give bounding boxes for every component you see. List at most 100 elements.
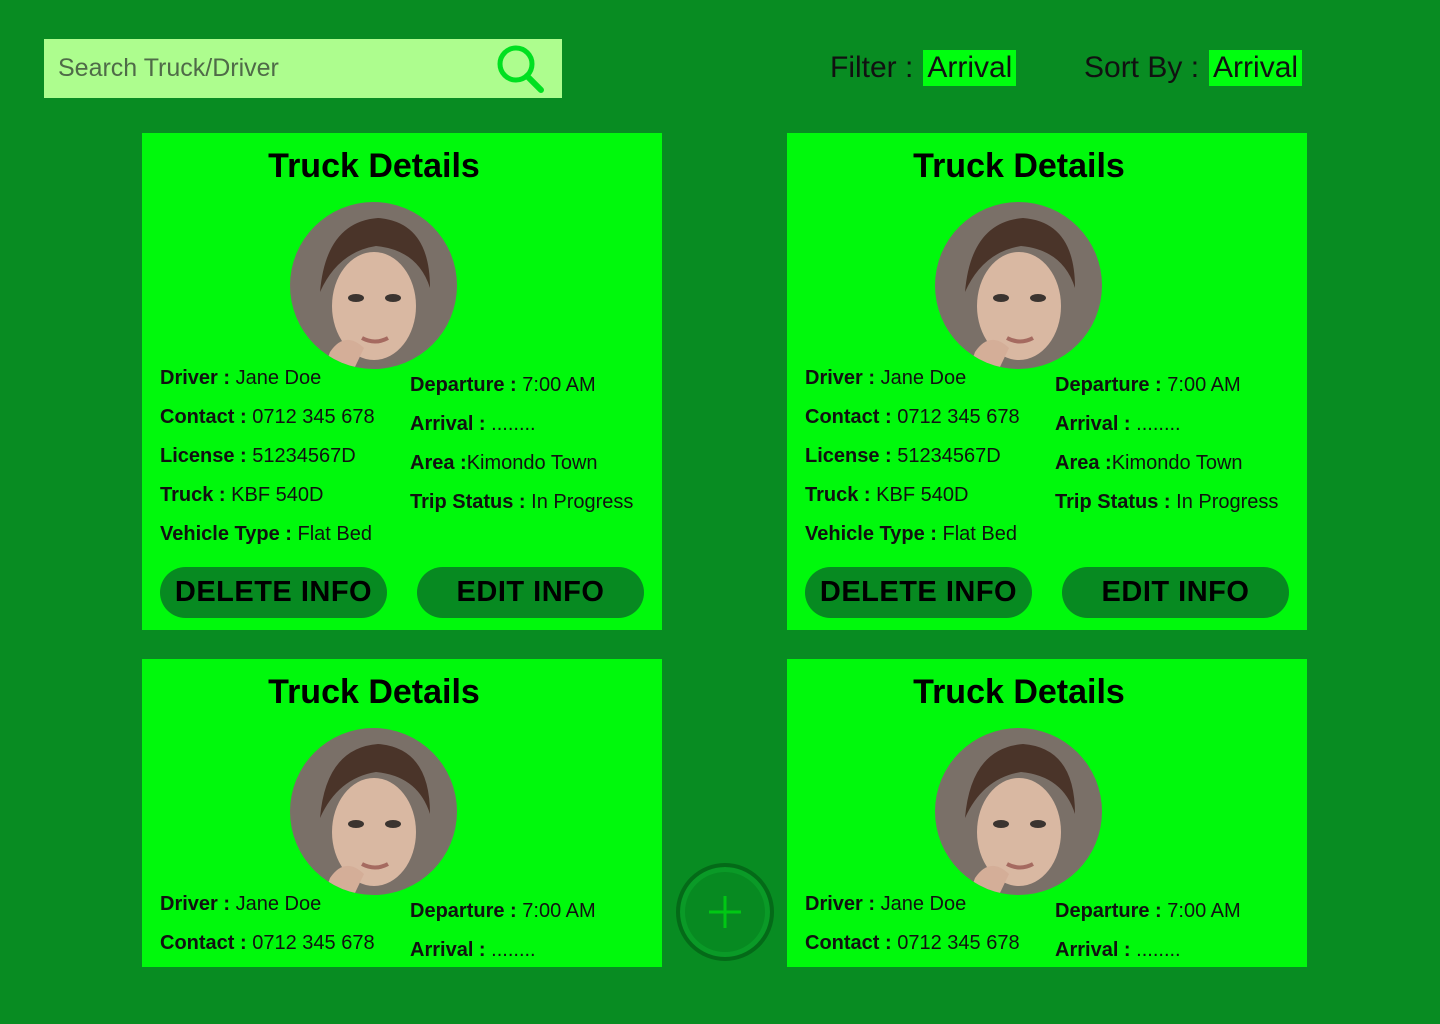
departure-value: 7:00 AM: [522, 374, 596, 396]
sort-label: Sort By :: [1084, 51, 1200, 84]
contact-label: Contact: [805, 406, 880, 428]
departure-value: 7:00 AM: [1167, 374, 1241, 396]
sort-control: Sort By : Arrival: [1084, 48, 1303, 88]
delete-info-button[interactable]: DELETE INFO: [805, 567, 1032, 618]
truck-label: Truck :: [160, 484, 226, 506]
arrival-label: Arrival :: [1055, 939, 1131, 961]
departure-field: Departure : 7:00 AM: [1055, 900, 1241, 923]
contact-value: 0712 345 678: [252, 932, 375, 954]
plus-icon: [709, 896, 741, 928]
trip-status-value: In Progress: [531, 491, 634, 513]
card-title: Truck Details: [268, 673, 480, 711]
driver-label: Driver :: [160, 367, 231, 389]
driver-label: Driver :: [160, 893, 231, 915]
area-label: Area: [1055, 452, 1100, 474]
filter-label: Filter :: [830, 51, 914, 84]
departure-field: Departure : 7:00 AM: [410, 900, 596, 923]
driver-value: Jane Doe: [880, 893, 967, 915]
area-field: Area :Kimondo Town: [1055, 452, 1243, 474]
driver-field: Driver : Jane Doe: [805, 367, 966, 390]
arrival-value: ........: [1136, 939, 1181, 961]
arrival-field: Arrival : ........: [410, 939, 536, 962]
truck-value: KBF 540D: [231, 484, 324, 506]
contact-value: 0712 345 678: [897, 406, 1020, 428]
vehicle-type-value: Flat Bed: [297, 523, 372, 545]
truck-label: Truck :: [805, 484, 871, 506]
arrival-value: ........: [491, 413, 536, 435]
driver-value: Jane Doe: [880, 367, 967, 389]
arrival-label: Arrival :: [410, 939, 486, 961]
trip-status-label: Trip Status: [1055, 491, 1159, 513]
vehicle-type-value: Flat Bed: [942, 523, 1017, 545]
truck-card: Truck Details Driver : Jane Doe Contact …: [142, 133, 662, 630]
driver-label: Driver :: [805, 893, 876, 915]
trip-status-label: Trip Status: [410, 491, 514, 513]
filter-control: Filter : Arrival: [830, 48, 1017, 88]
arrival-label: Arrival :: [1055, 413, 1131, 435]
license-label: License :: [805, 445, 892, 467]
license-field: License : 51234567D: [805, 445, 1001, 468]
driver-value: Jane Doe: [235, 893, 322, 915]
departure-label: Departure :: [1055, 900, 1162, 922]
contact-value: 0712 345 678: [897, 932, 1020, 954]
card-title: Truck Details: [268, 147, 480, 185]
departure-label: Departure :: [410, 374, 517, 396]
trip-status-field: Trip Status : In Progress: [410, 491, 634, 513]
search-input[interactable]: [44, 39, 484, 98]
sort-dropdown[interactable]: Arrival: [1209, 50, 1303, 86]
contact-label: Contact: [160, 406, 235, 428]
contact-field: Contact : 0712 345 678: [160, 406, 375, 428]
arrival-field: Arrival : ........: [410, 413, 536, 436]
departure-field: Departure : 7:00 AM: [1055, 374, 1241, 397]
area-value: Kimondo Town: [1111, 452, 1243, 474]
driver-avatar: [290, 728, 457, 895]
truck-card: Truck Details Driver : Jane Doe Contact …: [787, 659, 1307, 967]
driver-label: Driver :: [805, 367, 876, 389]
search-bar: [44, 39, 562, 98]
driver-field: Driver : Jane Doe: [805, 893, 966, 916]
search-icon[interactable]: [496, 43, 548, 95]
departure-field: Departure : 7:00 AM: [410, 374, 596, 397]
driver-avatar: [290, 202, 457, 369]
edit-info-button[interactable]: EDIT INFO: [417, 567, 644, 618]
driver-avatar: [935, 202, 1102, 369]
contact-field: Contact : 0712 345 678: [160, 932, 375, 954]
vehicle-type-field: Vehicle Type : Flat Bed: [160, 523, 372, 545]
arrival-value: ........: [491, 939, 536, 961]
departure-value: 7:00 AM: [522, 900, 596, 922]
area-value: Kimondo Town: [466, 452, 598, 474]
contact-label: Contact: [160, 932, 235, 954]
contact-label: Contact: [805, 932, 880, 954]
license-field: License : 51234567D: [160, 445, 356, 468]
arrival-field: Arrival : ........: [1055, 413, 1181, 436]
license-value: 51234567D: [252, 445, 356, 467]
delete-info-button[interactable]: DELETE INFO: [160, 567, 387, 618]
driver-field: Driver : Jane Doe: [160, 893, 321, 916]
vehicle-type-field: Vehicle Type : Flat Bed: [805, 523, 1017, 545]
vehicle-type-label: Vehicle Type: [805, 523, 925, 545]
area-label: Area: [410, 452, 455, 474]
card-title: Truck Details: [913, 673, 1125, 711]
departure-label: Departure :: [410, 900, 517, 922]
contact-field: Contact : 0712 345 678: [805, 406, 1020, 428]
filter-dropdown[interactable]: Arrival: [923, 50, 1017, 86]
area-field: Area :Kimondo Town: [410, 452, 598, 474]
license-label: License :: [160, 445, 247, 467]
trip-status-value: In Progress: [1176, 491, 1279, 513]
truck-card: Truck Details Driver : Jane Doe Contact …: [142, 659, 662, 967]
add-truck-button[interactable]: [676, 863, 774, 961]
departure-label: Departure :: [1055, 374, 1162, 396]
driver-value: Jane Doe: [235, 367, 322, 389]
arrival-value: ........: [1136, 413, 1181, 435]
vehicle-type-label: Vehicle Type: [160, 523, 280, 545]
contact-field: Contact : 0712 345 678: [805, 932, 1020, 954]
arrival-label: Arrival :: [410, 413, 486, 435]
driver-field: Driver : Jane Doe: [160, 367, 321, 390]
edit-info-button[interactable]: EDIT INFO: [1062, 567, 1289, 618]
truck-field: Truck : KBF 540D: [805, 484, 968, 507]
truck-field: Truck : KBF 540D: [160, 484, 323, 507]
trip-status-field: Trip Status : In Progress: [1055, 491, 1279, 513]
arrival-field: Arrival : ........: [1055, 939, 1181, 962]
truck-card: Truck Details Driver : Jane Doe Contact …: [787, 133, 1307, 630]
truck-value: KBF 540D: [876, 484, 969, 506]
